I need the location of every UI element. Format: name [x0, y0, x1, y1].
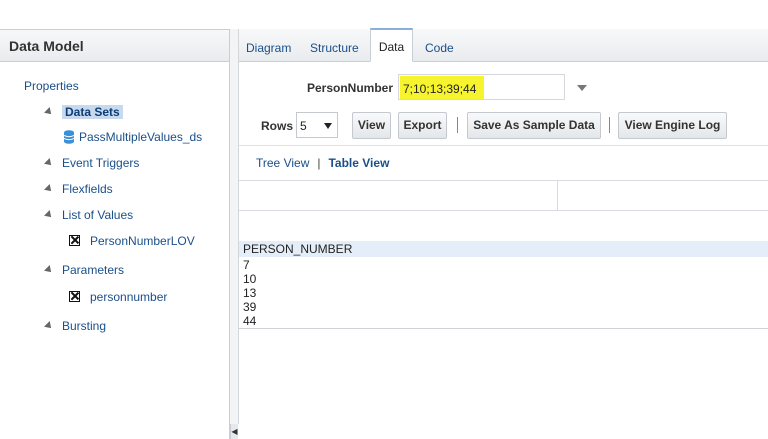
export-button[interactable]: Export: [398, 112, 447, 139]
tab-bar: Diagram Structure Data Code: [239, 28, 768, 62]
expand-triangle-icon[interactable]: [44, 209, 54, 220]
tree-item-label: Event Triggers: [62, 156, 140, 170]
parameter-value: 7;10;13;39;44: [403, 82, 477, 96]
tree-item-label: Parameters: [62, 263, 125, 277]
save-as-sample-data-button[interactable]: Save As Sample Data: [467, 112, 601, 139]
data-editor-panel: Diagram Structure Data Code PersonNumber: [239, 0, 768, 439]
view-button[interactable]: View: [352, 112, 391, 139]
parameter-dropdown-icon[interactable]: [577, 85, 587, 91]
tree-item-label: List of Values: [62, 208, 134, 222]
tree-item-label: Flexfields: [62, 182, 113, 196]
tree-item-label: PassMultipleValues_ds: [79, 130, 203, 144]
tab-data[interactable]: Data: [370, 28, 413, 62]
tree-item-parameters[interactable]: Parameters: [44, 260, 125, 280]
tree-item-label: Bursting: [62, 319, 107, 333]
parameter-label: PersonNumber: [307, 81, 394, 95]
tree-item-flexfields[interactable]: Flexfields: [44, 179, 113, 199]
tree-item-data-sets[interactable]: Data Sets: [44, 102, 123, 122]
parameter-icon: [69, 291, 80, 303]
tree-item-parameter[interactable]: personnumber: [69, 287, 167, 307]
tree-item-data-set[interactable]: PassMultipleValues_ds: [64, 127, 202, 147]
expand-triangle-icon[interactable]: [44, 264, 54, 275]
expand-triangle-icon[interactable]: [44, 106, 54, 117]
tree-item-lov[interactable]: PersonNumberLOV: [69, 231, 195, 251]
tree-item-properties[interactable]: Properties: [24, 76, 79, 96]
tree-item-label: Data Sets: [62, 105, 123, 119]
tab-structure[interactable]: Structure: [310, 29, 359, 61]
expand-triangle-icon[interactable]: [44, 320, 54, 331]
tree-view-link[interactable]: Tree View: [256, 156, 309, 170]
tree-item-label: PersonNumberLOV: [90, 234, 195, 248]
data-model-panel: Data Model Properties Data Sets PassMult…: [0, 0, 230, 439]
chevron-down-icon: [324, 123, 332, 129]
tab-code[interactable]: Code: [425, 29, 454, 61]
view-engine-log-button[interactable]: View Engine Log: [618, 112, 727, 139]
database-icon: [64, 130, 74, 144]
table-view-link[interactable]: Table View: [328, 156, 389, 170]
tree-item-label: Properties: [24, 79, 79, 93]
collapse-panel-icon[interactable]: ◀: [230, 424, 238, 439]
lov-icon: [69, 235, 80, 247]
tree-item-event-triggers[interactable]: Event Triggers: [44, 153, 140, 173]
expand-triangle-icon[interactable]: [44, 183, 54, 194]
tab-diagram[interactable]: Diagram: [246, 29, 291, 61]
top-strip: [0, 0, 230, 29]
tree-item-label: personnumber: [90, 290, 168, 304]
rows-select[interactable]: 5: [296, 112, 338, 138]
data-model-title: Data Model: [0, 29, 229, 62]
expand-triangle-icon[interactable]: [44, 157, 54, 168]
panel-splitter[interactable]: [230, 29, 239, 424]
tree-item-bursting[interactable]: Bursting: [44, 316, 107, 336]
rows-value: 5: [300, 119, 307, 133]
tree-item-list-of-values[interactable]: List of Values: [44, 205, 134, 225]
